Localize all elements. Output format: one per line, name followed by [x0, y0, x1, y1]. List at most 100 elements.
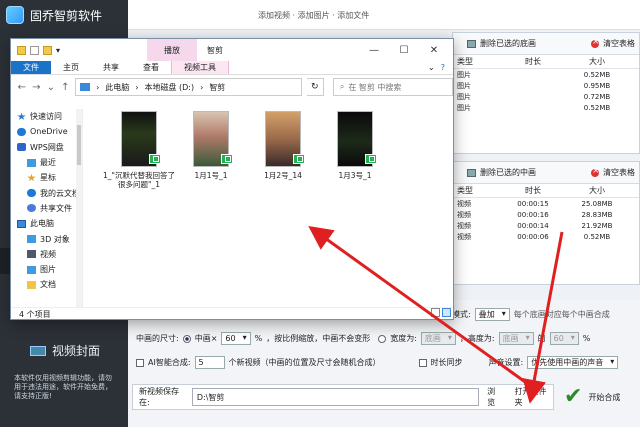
tab-home[interactable]: 主页 [51, 61, 91, 74]
file-item[interactable]: 1月1号_1 [175, 111, 247, 180]
audio-label: 声音设置: [488, 358, 524, 367]
start-merge-button[interactable]: ✔ 开始合成 [560, 382, 640, 412]
nav-scrollbar[interactable] [76, 109, 82, 307]
width-select[interactable]: 底画 [420, 332, 456, 345]
tab-share[interactable]: 共享 [91, 61, 131, 74]
ribbon-expand-icon[interactable]: ⌄ [428, 63, 435, 72]
tab-file[interactable]: 文件 [11, 61, 51, 74]
disclaimer-note: 本软件仅用视频剪辑功能，请勿用于违法用途，软件开始免费，请支持正版! [14, 374, 112, 400]
browse-button[interactable]: 浏览 [487, 386, 502, 408]
star-icon [27, 173, 36, 182]
ribbon-tabs: 文件 主页 共享 查看 视频工具 ⌄ ? [11, 61, 453, 75]
cell-duration: 00:00:16 [517, 210, 549, 219]
nav-label: WPS网盘 [30, 142, 64, 152]
table-row[interactable]: 视频 00:00:16 28.83MB [453, 209, 639, 220]
cell-size: 0.52MB [583, 232, 611, 241]
audio-select[interactable]: 优先使用中画的声音 [527, 356, 619, 369]
details-view-icon[interactable] [431, 308, 440, 317]
table-row[interactable]: 视频 00:00:15 25.08MB [453, 198, 639, 209]
ai-count-input[interactable]: 5 [194, 356, 225, 369]
up-icon[interactable]: ↑ [61, 82, 71, 93]
item-count: 4 个项目 [19, 310, 51, 319]
clear-icon [591, 37, 600, 48]
duration-sync-checkbox[interactable] [418, 358, 427, 367]
nav-item-starred[interactable]: 星标 [11, 170, 82, 185]
nav-item-documents[interactable]: 文档 [11, 277, 82, 292]
clear-table-button[interactable]: 清空表格 [591, 166, 635, 178]
close-icon[interactable]: ✕ [419, 41, 449, 59]
search-input[interactable]: ⌕ 在 智剪 中搜索 [332, 78, 453, 96]
large-icons-view-icon[interactable] [442, 308, 451, 317]
nav-label: 3D 对象 [40, 234, 70, 244]
properties-icon[interactable] [30, 45, 39, 55]
new-folder-icon[interactable] [43, 45, 52, 55]
share-icon [27, 204, 36, 213]
file-item[interactable]: 1月2号_14 [247, 111, 319, 180]
address-bar[interactable]: › 此电脑 › 本地磁盘 (D:) › 智剪 [75, 78, 302, 96]
table-row[interactable]: 图片 0.72MB [453, 91, 639, 102]
cell-size: 0.52MB [583, 70, 611, 79]
forward-icon[interactable]: → [32, 82, 42, 93]
zhonghua-pct-select[interactable]: 60 [221, 332, 251, 345]
cell-size: 0.52MB [583, 103, 611, 112]
height-select[interactable]: 底画 [498, 332, 534, 345]
nav-item-this-pc[interactable]: 此电脑 [11, 216, 82, 231]
nav-item-pictures[interactable]: 图片 [11, 262, 82, 277]
nav-item-quick-access[interactable]: 快速访问 [11, 109, 82, 124]
file-name: 1月3号_1 [338, 171, 372, 180]
play-context-tab[interactable]: 播放 [147, 39, 197, 61]
table-row[interactable]: 视频 00:00:14 21.92MB [453, 220, 639, 231]
tab-video-tools[interactable]: 视频工具 [171, 61, 229, 74]
navigation-pane: 快速访问 OneDrive WPS网盘 最近 星标 我的云文档 共享文件 此电脑… [11, 109, 83, 307]
nav-item-videos[interactable]: 视频 [11, 247, 82, 262]
checkmark-icon: ✔ [564, 384, 583, 409]
maximize-icon[interactable]: ☐ [389, 41, 419, 59]
nav-item-wps[interactable]: WPS网盘 [11, 140, 82, 155]
file-item[interactable]: 1_"沉默代替我回答了很多问题"_1 [103, 111, 175, 189]
address-row: ← → ⌄ ↑ › 此电脑 › 本地磁盘 (D:) › 智剪 ↻ ⌕ 在 智剪 … [11, 75, 453, 99]
mode-select[interactable]: 叠加 [474, 308, 510, 321]
refresh-icon[interactable]: ↻ [306, 78, 324, 96]
open-folder-button[interactable]: 打开文件夹 [514, 386, 553, 408]
tab-view[interactable]: 查看 [131, 61, 171, 74]
breadcrumb-pc[interactable]: 此电脑 [105, 82, 129, 93]
app-title-bar: 固乔智剪软件 [6, 6, 102, 24]
nav-label: 文档 [40, 280, 56, 290]
table-row[interactable]: 图片 0.52MB [453, 102, 639, 113]
panel-actions: 删除已选的中画 清空表格 [453, 162, 639, 184]
recent-dropdown-icon[interactable]: ⌄ [46, 82, 56, 93]
ai-checkbox[interactable] [136, 358, 144, 367]
delete-selected-middle-button[interactable]: 删除已选的中画 [467, 167, 536, 178]
nav-item-shared[interactable]: 共享文件 [11, 201, 82, 216]
breadcrumb-drive[interactable]: 本地磁盘 (D:) [144, 82, 194, 93]
clear-icon [591, 166, 600, 177]
breadcrumb-folder[interactable]: 智剪 [209, 82, 225, 93]
status-bar: 4 个项目 [11, 307, 453, 319]
of-select[interactable]: 60 [549, 332, 579, 345]
help-icon[interactable]: ? [441, 63, 445, 72]
nav-item-onedrive[interactable]: OneDrive [11, 124, 82, 139]
qat-dropdown-icon[interactable]: ▾ [56, 46, 60, 55]
file-item[interactable]: 1月3号_1 [319, 111, 391, 180]
minimize-icon[interactable]: — [359, 41, 389, 59]
table-row[interactable]: 图片 0.52MB [453, 69, 639, 80]
save-path-input[interactable]: D:\智剪 [191, 388, 480, 406]
table-header: 类型 时长 大小 [453, 55, 639, 69]
ai-label: AI智能合成: [148, 358, 191, 367]
table-row[interactable]: 图片 0.95MB [453, 80, 639, 91]
cell-duration: 00:00:06 [517, 232, 549, 241]
breadcrumb-sep-icon: › [96, 82, 100, 92]
mode-row: 模式: 叠加 每个底画对应每个中画合成 [452, 308, 610, 321]
nav-item-recent[interactable]: 最近 [11, 155, 82, 170]
cloud-icon [17, 127, 26, 136]
delete-selected-base-button[interactable]: 删除已选的底画 [467, 38, 536, 49]
sidebar-item-video-cover[interactable]: 视频封面 [30, 342, 100, 359]
back-icon[interactable]: ← [17, 82, 27, 93]
nav-item-3d[interactable]: 3D 对象 [11, 231, 82, 246]
nav-item-cloud-docs[interactable]: 我的云文档 [11, 185, 82, 200]
zhonghua-radio[interactable] [182, 334, 191, 343]
clear-table-button[interactable]: 清空表格 [591, 37, 635, 49]
width-radio[interactable] [378, 334, 387, 343]
file-name: 1月1号_1 [194, 171, 228, 180]
table-row[interactable]: 视频 00:00:06 0.52MB [453, 231, 639, 242]
